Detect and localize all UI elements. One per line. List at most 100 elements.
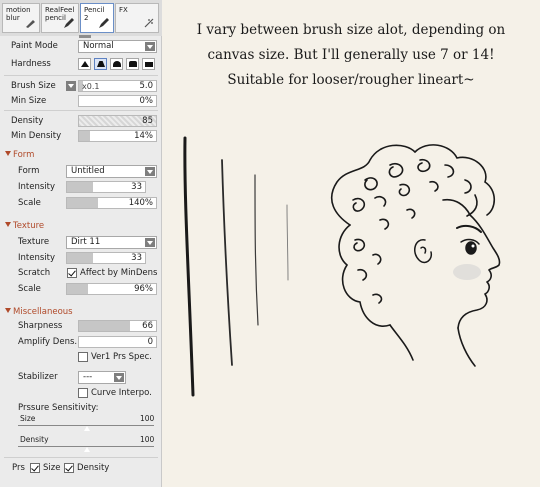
prs-label: Prs — [12, 463, 25, 473]
form-dropdown[interactable]: Untitled — [66, 165, 157, 178]
section-title: Miscellaneous — [13, 307, 73, 317]
form-intensity-label: Intensity — [18, 182, 55, 192]
texture-intensity-value: 33 — [131, 253, 142, 263]
prs-density-checkbox[interactable] — [64, 463, 74, 473]
amplify-row: Amplify Dens. 0 — [0, 336, 162, 350]
tab-fx[interactable]: FX — [115, 3, 159, 33]
caption-line-3: Suitable for looser/rougher lineart~ — [227, 72, 475, 88]
hardness-option-4[interactable] — [126, 58, 139, 70]
pressure-size-handle[interactable] — [83, 425, 91, 431]
form-row: Form Untitled — [0, 165, 162, 179]
caption-text: I vary between brush size alot, dependin… — [175, 18, 527, 93]
brush-size-range-dropdown[interactable] — [66, 81, 76, 91]
chevron-down-icon — [145, 42, 155, 51]
hardness-option-2[interactable] — [94, 58, 107, 70]
divider — [4, 110, 158, 111]
ver1-prs-spec-checkbox[interactable] — [78, 352, 88, 362]
sparkle-icon — [143, 17, 155, 29]
affect-by-mindens-label: Affect by MinDens — [80, 268, 158, 278]
amplify-label: Amplify Dens. — [18, 337, 78, 347]
texture-value: Dirt 11 — [71, 237, 101, 247]
min-size-row: Min Size 0% — [0, 95, 162, 109]
facial-details — [414, 224, 482, 264]
pressure-size-value: 100 — [140, 414, 155, 423]
chevron-down-icon — [145, 167, 155, 176]
pressure-density-row: Density 100 — [0, 435, 162, 445]
prs-row: Prs Size Density — [0, 462, 162, 476]
min-size-slider[interactable]: 0% — [78, 95, 157, 107]
form-intensity-row: Intensity 33 — [0, 181, 162, 195]
stabilizer-value: --- — [83, 372, 93, 382]
form-scale-label: Scale — [18, 198, 41, 208]
stabilizer-dropdown[interactable]: --- — [78, 371, 126, 384]
pressure-density-handle[interactable] — [83, 446, 91, 452]
texture-row: Texture Dirt 11 — [0, 236, 162, 250]
density-row: Density 85 — [0, 115, 162, 129]
brush-size-multiplier: x0.1 — [82, 82, 100, 91]
pencil-icon — [98, 17, 110, 29]
density-label: Density — [11, 116, 44, 126]
tab-scroll-handle[interactable] — [79, 35, 91, 38]
hardness-option-1[interactable] — [78, 58, 91, 70]
sample-stroke-thin — [254, 174, 259, 326]
scratch-row: Scratch Affect by MinDens — [0, 267, 162, 281]
brush-size-row: Brush Size x0.1 5.0 — [0, 80, 162, 94]
collapse-triangle-icon — [5, 151, 11, 156]
smudge-icon — [24, 17, 36, 29]
pencil-icon — [63, 17, 75, 29]
sharpness-value: 66 — [142, 321, 153, 331]
paint-mode-row: Paint Mode Normal — [0, 40, 162, 54]
tab-pencil-2[interactable]: Pencil 2 — [80, 3, 114, 33]
texture-intensity-slider[interactable]: 33 — [66, 252, 146, 264]
face-profile — [389, 214, 501, 367]
hair — [331, 144, 496, 327]
form-scale-slider[interactable]: 140% — [66, 197, 157, 209]
collapse-triangle-icon — [5, 222, 11, 227]
section-title: Texture — [13, 221, 45, 231]
form-intensity-slider[interactable]: 33 — [66, 181, 146, 193]
tool-tabs: motion blur RealFeel pencil Pencil 2 FX — [0, 0, 162, 36]
brush-settings-panel: motion blur RealFeel pencil Pencil 2 FX … — [0, 0, 162, 487]
min-density-slider[interactable]: 14% — [78, 130, 157, 142]
texture-section-header[interactable]: Texture — [5, 221, 44, 231]
texture-scale-row: Scale 96% — [0, 283, 162, 297]
form-value: Untitled — [71, 166, 105, 176]
amplify-slider[interactable]: 0 — [78, 336, 157, 348]
tab-motion-blur[interactable]: motion blur — [2, 3, 40, 33]
hardness-option-3[interactable] — [110, 58, 123, 70]
texture-scale-slider[interactable]: 96% — [66, 283, 157, 295]
texture-label: Texture — [18, 237, 50, 247]
misc-section-header[interactable]: Miscellaneous — [5, 307, 73, 317]
min-size-label: Min Size — [11, 96, 47, 106]
pressure-sensitivity-label: Prssure Sensitivity: — [18, 403, 99, 413]
chevron-down-icon — [68, 84, 74, 88]
form-section-header[interactable]: Form — [5, 150, 34, 160]
prs-size-checkbox[interactable] — [30, 463, 40, 473]
paint-mode-dropdown[interactable]: Normal — [78, 40, 157, 53]
ver1-prs-spec-label: Ver1 Prs Spec. — [91, 352, 152, 362]
scratch-label: Scratch — [18, 268, 51, 278]
texture-dropdown[interactable]: Dirt 11 — [66, 236, 157, 249]
curve-row: Curve Interpo. — [0, 387, 162, 401]
caption-line-2: canvas size. But I'll generally use 7 or… — [207, 47, 495, 63]
sample-stroke-faint — [286, 204, 289, 281]
tab-realfeel-pencil[interactable]: RealFeel pencil — [41, 3, 79, 33]
sample-stroke-medium — [221, 159, 233, 366]
brush-size-slider[interactable]: x0.1 5.0 — [78, 80, 157, 92]
tab-label: RealFeel — [45, 6, 75, 14]
form-scale-value: 140% — [128, 198, 153, 208]
pressure-density-label: Density — [20, 435, 49, 444]
form-intensity-value: 33 — [131, 182, 142, 192]
affect-by-mindens-checkbox[interactable] — [67, 268, 77, 278]
stabilizer-row: Stabilizer --- — [0, 371, 162, 385]
curve-interpo-checkbox[interactable] — [78, 388, 88, 398]
texture-intensity-row: Intensity 33 — [0, 252, 162, 266]
sharpness-slider[interactable]: 66 — [78, 320, 157, 332]
sharpness-row: Sharpness 66 — [0, 320, 162, 334]
hardness-option-5[interactable] — [142, 58, 155, 70]
pressure-size-label: Size — [20, 414, 36, 423]
prs-density-label: Density — [77, 463, 110, 473]
density-slider[interactable]: 85 — [78, 115, 157, 127]
sample-stroke-thick — [183, 136, 195, 397]
min-size-value: 0% — [139, 96, 154, 106]
